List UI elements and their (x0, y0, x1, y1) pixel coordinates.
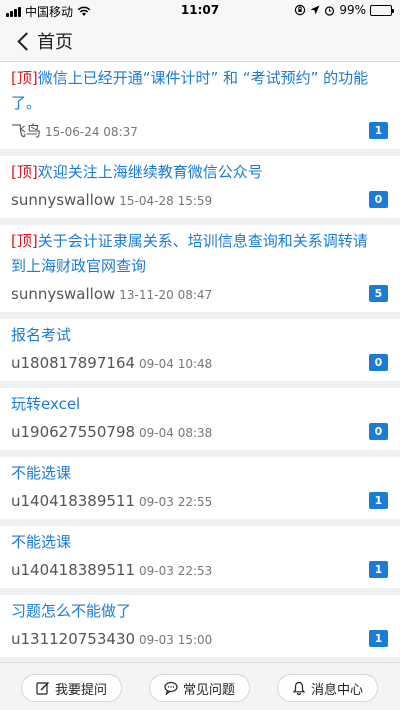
navigation-bar: 首页 (0, 20, 400, 62)
post-title-text: 玩转excel (11, 395, 81, 413)
post-item[interactable]: 玩转excel u190627550798 09-04 08:38 0 (0, 388, 400, 450)
post-title[interactable]: 习题怎么不能做了 (11, 599, 388, 624)
post-author: sunnyswallow (11, 191, 116, 209)
reply-count-badge: 5 (369, 285, 388, 302)
post-title-text: 习题怎么不能做了 (11, 602, 132, 620)
post-item[interactable]: 不能选课 u140418389511 09-03 22:55 1 (0, 457, 400, 519)
post-date: 15-04-28 15:59 (119, 194, 213, 208)
message-center-label: 消息中心 (310, 682, 363, 698)
post-item[interactable]: 不能选课 u140418389511 09-03 22:53 1 (0, 526, 400, 588)
reply-count-badge: 1 (369, 492, 388, 509)
faq-button[interactable]: 常见问题 (149, 674, 250, 702)
location-icon (310, 5, 320, 15)
message-center-button[interactable]: 消息中心 (277, 674, 378, 702)
post-author: u190627550798 (11, 423, 136, 441)
post-title-text: 不能选课 (11, 464, 72, 482)
chat-bubble-icon (164, 681, 178, 695)
post-date: 15-06-24 08:37 (45, 125, 138, 139)
post-author: sunnyswallow (11, 285, 116, 303)
post-title[interactable]: [顶]微信上已经开通“课件计时” 和 “考试预约” 的功能了。 (11, 66, 388, 116)
reply-count-badge: 0 (369, 423, 388, 440)
post-date: 09-04 08:38 (139, 426, 213, 440)
post-title-text: 不能选课 (11, 533, 72, 551)
post-item[interactable]: 报名考试 u180817897164 09-04 10:48 0 (0, 319, 400, 381)
post-meta: u140418389511 09-03 22:53 (11, 561, 388, 580)
ask-question-label: 我要提问 (54, 682, 107, 698)
battery-icon (370, 4, 394, 16)
reply-count-badge: 0 (369, 354, 388, 371)
bottom-toolbar: 我要提问 常见问题 消息中心 (0, 662, 400, 710)
post-author: u131120753430 (11, 630, 136, 648)
post-meta: 飞鸟 15-06-24 08:37 (11, 122, 388, 141)
post-title[interactable]: [顶]欢迎关注上海继续教育微信公众号 (11, 160, 388, 185)
status-bar: 中国移动 11:07 99% (0, 0, 400, 20)
post-title-text: 微信上已经开通“课件计时” 和 “考试预约” 的功能了。 (11, 69, 369, 112)
rotation-lock-icon (295, 4, 306, 16)
pinned-tag: [顶] (11, 232, 38, 250)
post-date: 09-03 15:00 (139, 633, 213, 647)
reply-count-badge: 1 (369, 561, 388, 578)
post-item[interactable]: [顶]微信上已经开通“课件计时” 和 “考试预约” 的功能了。飞鸟 15-06-2… (0, 62, 400, 149)
pinned-tag: [顶] (11, 163, 38, 181)
back-label: 首页 (37, 32, 73, 53)
post-item[interactable]: [顶]欢迎关注上海继续教育微信公众号 sunnyswallow 15-04-28 1… (0, 156, 400, 218)
ask-question-button[interactable]: 我要提问 (21, 674, 122, 702)
faq-label: 常见问题 (182, 682, 235, 698)
post-title[interactable]: 报名考试 (11, 323, 388, 348)
post-title[interactable]: [顶]关于会计证隶属关系、培训信息查询和关系调转请到上海财政官网查询 (11, 229, 388, 279)
post-list[interactable]: [顶]微信上已经开通“课件计时” 和 “考试预约” 的功能了。 飞鸟 15-06-2… (0, 62, 400, 662)
reply-count-badge: 1 (369, 122, 388, 139)
post-meta: u190627550798 09-04 08:38 (11, 423, 388, 442)
post-author: 飞鸟 (11, 122, 42, 140)
post-item[interactable]: 习题怎么不能做了 u131120753430 09-03 15:00 1 (0, 595, 400, 657)
edit-icon (36, 682, 49, 695)
post-title[interactable]: 不能选课 (11, 530, 388, 555)
post-title[interactable]: 玩转excel (11, 392, 388, 417)
post-title-text: 欢迎关注上海继续教育微信公众号 (37, 163, 263, 181)
post-title[interactable]: 不能选课 (11, 461, 388, 486)
chevron-left-icon (17, 31, 36, 51)
post-date: 13-11-20 08:47 (119, 288, 213, 302)
bell-icon (292, 681, 306, 695)
back-button[interactable]: 首页 (14, 28, 73, 54)
post-author: u140418389511 (11, 561, 136, 579)
reply-count-badge: 0 (369, 191, 388, 208)
post-author: u140418389511 (11, 492, 136, 510)
post-title-text: 关于会计证隶属关系、培训信息查询和关系调转请到上海财政官网查询 (11, 232, 368, 275)
pinned-tag: [顶] (11, 69, 38, 87)
post-author: u180817897164 (11, 354, 136, 372)
post-meta: sunnyswallow 15-04-28 15:59 (11, 191, 388, 210)
battery-percent: 99% (339, 3, 366, 17)
alarm-icon (325, 5, 335, 16)
post-title-text: 报名考试 (11, 326, 72, 344)
reply-count-badge: 1 (369, 630, 388, 647)
post-date: 09-04 10:48 (139, 357, 213, 371)
post-meta: sunnyswallow 13-11-20 08:47 (11, 285, 388, 304)
post-meta: u131120753430 09-03 15:00 (11, 630, 388, 649)
status-right: 99% (294, 3, 394, 17)
post-date: 09-03 22:55 (139, 495, 213, 509)
post-date: 09-03 22:53 (139, 564, 213, 578)
post-item[interactable]: [顶]关于会计证隶属关系、培训信息查询和关系调转请到上海财政官网查询 sunnys… (0, 225, 400, 312)
post-meta: u180817897164 09-04 10:48 (11, 354, 388, 373)
post-meta: u140418389511 09-03 22:55 (11, 492, 388, 511)
